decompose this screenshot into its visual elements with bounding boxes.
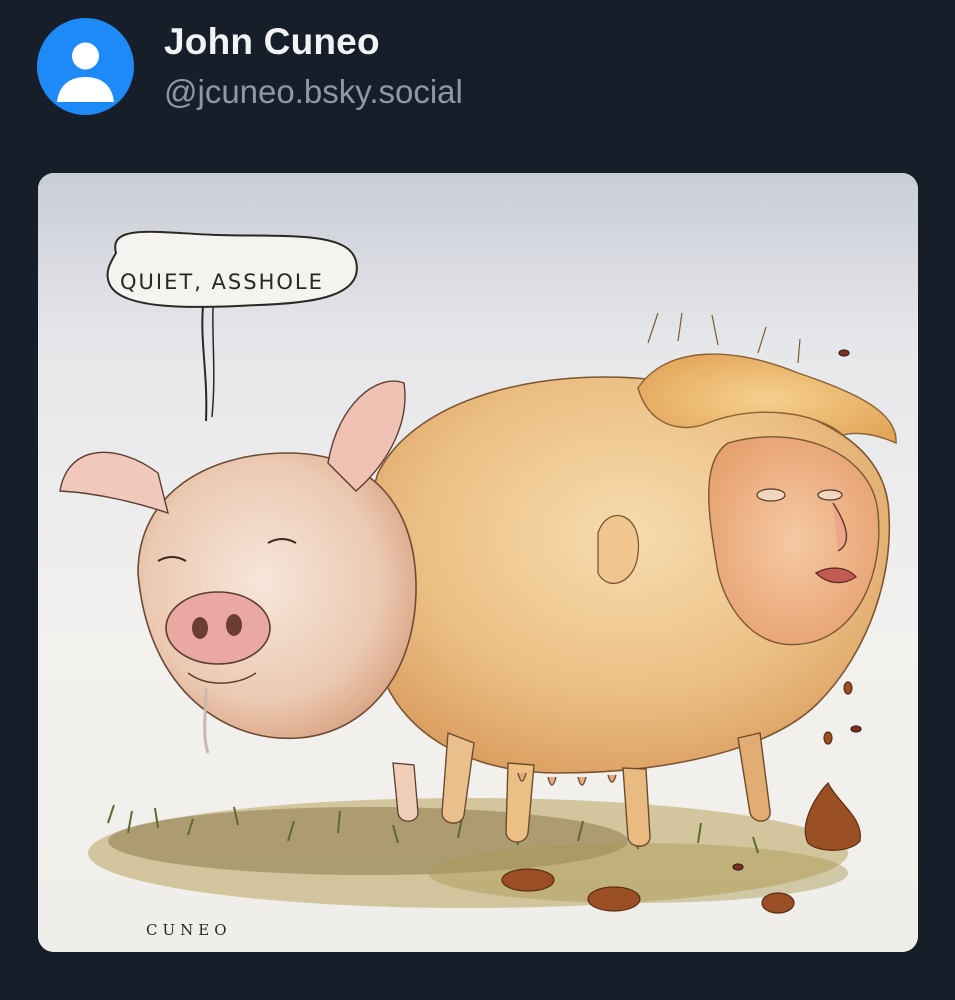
post-header: John Cuneo @jcuneo.bsky.social <box>37 18 463 115</box>
artist-signature: CUNEO <box>146 921 232 939</box>
author-avatar[interactable] <box>37 18 134 115</box>
cartoon-illustration: QUIET, ASSHOLE CUNEO <box>38 173 918 952</box>
post-image[interactable]: QUIET, ASSHOLE CUNEO <box>38 173 918 952</box>
author-names: John Cuneo @jcuneo.bsky.social <box>164 20 463 114</box>
author-handle[interactable]: @jcuneo.bsky.social <box>164 70 463 114</box>
author-display-name[interactable]: John Cuneo <box>164 20 463 64</box>
user-avatar-icon <box>57 42 114 102</box>
ground <box>88 798 848 908</box>
speech-bubble-text: QUIET, ASSHOLE <box>120 270 324 294</box>
post-container: John Cuneo @jcuneo.bsky.social QUIET, AS… <box>0 0 955 1000</box>
